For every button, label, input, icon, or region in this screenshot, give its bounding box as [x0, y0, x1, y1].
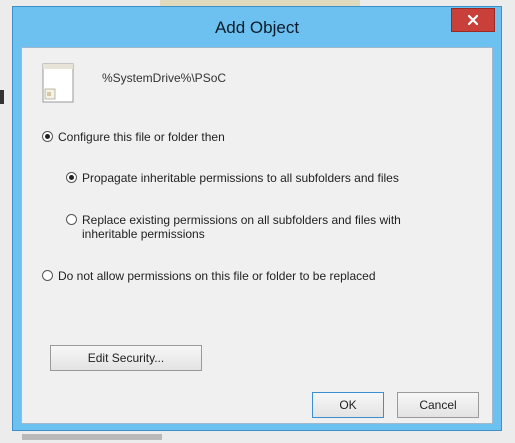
close-button[interactable] — [451, 8, 495, 32]
background-mark — [0, 90, 4, 104]
background-text-fragment — [22, 434, 162, 440]
replace-label: Replace existing permissions on all subf… — [82, 213, 401, 241]
configure-label: Configure this file or folder then — [58, 130, 225, 144]
dialog-body: %SystemDrive%\PSoC Configure this file o… — [21, 47, 493, 424]
close-icon — [468, 15, 478, 25]
file-icon — [42, 63, 74, 103]
dialog-title: Add Object — [214, 18, 300, 37]
replace-label-line2: inheritable permissions — [82, 227, 205, 241]
replace-option[interactable]: Replace existing permissions on all subf… — [66, 213, 401, 241]
edit-security-button[interactable]: Edit Security... — [50, 345, 202, 371]
do-not-allow-label: Do not allow permissions on this file or… — [58, 269, 376, 283]
add-object-dialog: Add Object %SystemDrive%\PSoC Configure … — [12, 6, 502, 431]
do-not-allow-option[interactable]: Do not allow permissions on this file or… — [42, 269, 376, 283]
object-path: %SystemDrive%\PSoC — [102, 71, 227, 85]
configure-radio[interactable] — [42, 131, 53, 142]
title-bar[interactable]: Add Object — [13, 7, 501, 47]
configure-option[interactable]: Configure this file or folder then — [42, 130, 225, 144]
replace-label-line1: Replace existing permissions on all subf… — [82, 213, 401, 227]
do-not-allow-radio[interactable] — [42, 270, 53, 281]
cancel-button[interactable]: Cancel — [397, 392, 479, 418]
propagate-label: Propagate inheritable permissions to all… — [82, 171, 399, 185]
ok-button[interactable]: OK — [312, 392, 384, 418]
propagate-option[interactable]: Propagate inheritable permissions to all… — [66, 171, 399, 185]
propagate-radio[interactable] — [66, 172, 77, 183]
replace-radio[interactable] — [66, 214, 77, 225]
